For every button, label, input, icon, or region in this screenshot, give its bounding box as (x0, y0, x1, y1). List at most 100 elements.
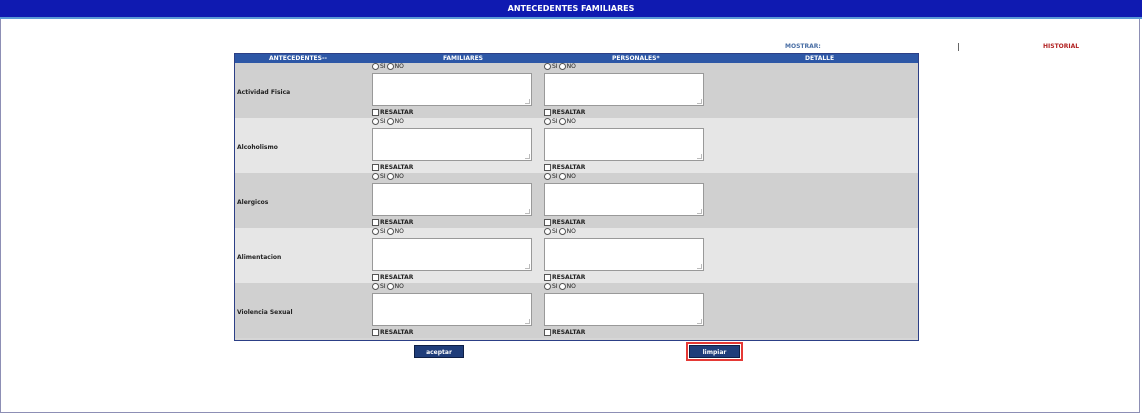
personales-resaltar-checkbox[interactable] (544, 329, 551, 336)
header-personales: PERSONALES* (612, 55, 660, 62)
table-row: Alcoholismo SI NO RESALTAR SI NO RESALTA… (235, 118, 918, 173)
personales-resaltar-checkbox[interactable] (544, 164, 551, 171)
personales-resaltar: RESALTAR (544, 274, 585, 281)
resaltar-label: RESALTAR (552, 109, 586, 116)
familiares-si-radio[interactable] (372, 63, 379, 70)
personales-radio-group: SI NO (544, 228, 576, 235)
no-label: NO (394, 228, 404, 235)
si-label: SI (380, 63, 386, 70)
no-label: NO (394, 63, 404, 70)
no-label: NO (394, 283, 404, 290)
familiares-resaltar-checkbox[interactable] (372, 329, 379, 336)
personales-resaltar: RESALTAR (544, 164, 585, 171)
personales-radio-group: SI NO (544, 63, 576, 70)
separator (958, 43, 959, 51)
header-antecedentes: ANTECEDENTES-- (269, 55, 327, 62)
familiares-resaltar: RESALTAR (372, 274, 413, 281)
personales-detail-textarea[interactable] (544, 238, 704, 271)
familiares-no-radio[interactable] (386, 63, 394, 70)
personales-detail-textarea[interactable] (544, 73, 704, 106)
personales-no-radio[interactable] (558, 228, 566, 235)
personales-resaltar-checkbox[interactable] (544, 109, 551, 116)
row-label: Alcoholismo (237, 144, 278, 151)
familiares-resaltar-checkbox[interactable] (372, 109, 379, 116)
personales-radio-group: SI NO (544, 283, 576, 290)
personales-radio-group: SI NO (544, 118, 576, 125)
no-label: NO (394, 118, 404, 125)
personales-no-radio[interactable] (558, 283, 566, 290)
resaltar-label: RESALTAR (552, 219, 586, 226)
familiares-detail-textarea[interactable] (372, 238, 532, 271)
aceptar-button[interactable]: aceptar (414, 345, 464, 358)
no-label: NO (566, 63, 576, 70)
si-label: SI (552, 63, 558, 70)
familiares-si-radio[interactable] (372, 228, 379, 235)
row-label: Actividad Fisica (237, 89, 291, 96)
personales-si-radio[interactable] (544, 283, 551, 290)
personales-radio-group: SI NO (544, 173, 576, 180)
familiares-si-radio[interactable] (372, 283, 379, 290)
familiares-radio-group: SI NO (372, 118, 404, 125)
personales-resaltar-checkbox[interactable] (544, 274, 551, 281)
no-label: NO (566, 118, 576, 125)
si-label: SI (552, 173, 558, 180)
page-title: ANTECEDENTES FAMILIARES (0, 0, 1142, 19)
personales-si-radio[interactable] (544, 63, 551, 70)
personales-no-radio[interactable] (558, 63, 566, 70)
familiares-radio-group: SI NO (372, 228, 404, 235)
resaltar-label: RESALTAR (552, 274, 586, 281)
row-label: Violencia Sexual (237, 309, 293, 316)
familiares-detail-textarea[interactable] (372, 293, 532, 326)
familiares-no-radio[interactable] (386, 228, 394, 235)
personales-no-radio[interactable] (558, 118, 566, 125)
personales-detail-textarea[interactable] (544, 183, 704, 216)
familiares-no-radio[interactable] (386, 173, 394, 180)
table-row: Alimentacion SI NO RESALTAR SI NO RESALT… (235, 228, 918, 283)
table-row: Alergicos SI NO RESALTAR SI NO RESALTAR (235, 173, 918, 228)
table-row: Violencia Sexual SI NO RESALTAR SI NO RE… (235, 283, 918, 338)
personales-resaltar: RESALTAR (544, 219, 585, 226)
table-row: Actividad Fisica SI NO RESALTAR SI NO RE… (235, 63, 918, 118)
si-label: SI (380, 283, 386, 290)
no-label: NO (394, 173, 404, 180)
personales-si-radio[interactable] (544, 173, 551, 180)
personales-resaltar: RESALTAR (544, 329, 585, 336)
personales-resaltar-checkbox[interactable] (544, 219, 551, 226)
familiares-radio-group: SI NO (372, 63, 404, 70)
familiares-detail-textarea[interactable] (372, 128, 532, 161)
personales-detail-textarea[interactable] (544, 128, 704, 161)
antecedentes-grid: ANTECEDENTES-- FAMILIARES PERSONALES* DE… (234, 53, 919, 341)
si-label: SI (552, 118, 558, 125)
familiares-resaltar: RESALTAR (372, 164, 413, 171)
header-familiares: FAMILIARES (443, 55, 483, 62)
resaltar-label: RESALTAR (380, 329, 414, 336)
familiares-radio-group: SI NO (372, 173, 404, 180)
personales-resaltar: RESALTAR (544, 109, 585, 116)
personales-detail-textarea[interactable] (544, 293, 704, 326)
familiares-detail-textarea[interactable] (372, 183, 532, 216)
familiares-resaltar-checkbox[interactable] (372, 219, 379, 226)
si-label: SI (552, 228, 558, 235)
si-label: SI (380, 173, 386, 180)
familiares-no-radio[interactable] (386, 118, 394, 125)
personales-si-radio[interactable] (544, 228, 551, 235)
familiares-no-radio[interactable] (386, 283, 394, 290)
familiares-resaltar: RESALTAR (372, 109, 413, 116)
familiares-resaltar-checkbox[interactable] (372, 164, 379, 171)
grid-header: ANTECEDENTES-- FAMILIARES PERSONALES* DE… (235, 54, 918, 63)
row-label: Alergicos (237, 199, 269, 206)
limpiar-button[interactable]: limpiar (686, 342, 743, 361)
personales-no-radio[interactable] (558, 173, 566, 180)
resaltar-label: RESALTAR (552, 164, 586, 171)
familiares-resaltar: RESALTAR (372, 329, 413, 336)
mostrar-label: MOSTRAR: (785, 43, 821, 50)
historial-link[interactable]: HISTORIAL (1043, 43, 1079, 50)
familiares-resaltar-checkbox[interactable] (372, 274, 379, 281)
familiares-detail-textarea[interactable] (372, 73, 532, 106)
personales-si-radio[interactable] (544, 118, 551, 125)
si-label: SI (380, 118, 386, 125)
familiares-si-radio[interactable] (372, 118, 379, 125)
no-label: NO (566, 283, 576, 290)
familiares-si-radio[interactable] (372, 173, 379, 180)
resaltar-label: RESALTAR (380, 109, 414, 116)
